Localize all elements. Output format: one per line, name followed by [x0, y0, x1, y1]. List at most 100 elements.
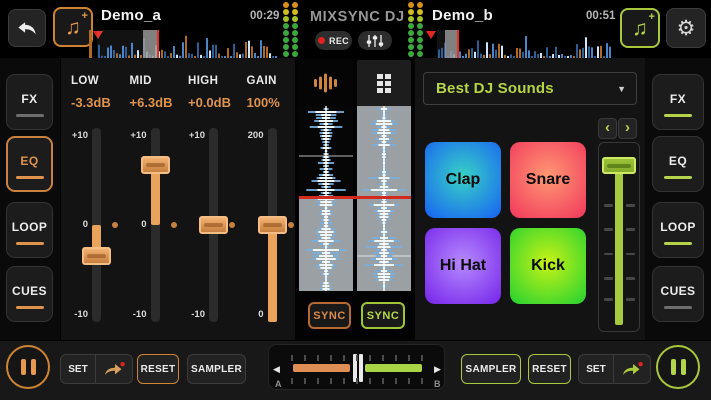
deck-b-eq-button[interactable]: EQ [652, 136, 704, 192]
deck-b-vu-meter [408, 2, 423, 57]
deck-b-time: 00:51 [586, 10, 615, 22]
crossfader-track-b [365, 364, 422, 372]
slider-handle[interactable] [258, 216, 287, 234]
pause-icon [671, 359, 686, 375]
sampler-volume-slider[interactable] [598, 142, 640, 332]
deck-b-set-group: SET [578, 354, 651, 384]
crossfader-b-label: B [434, 379, 441, 389]
deck-a-waveform-bars [97, 30, 278, 58]
curved-arrow-icon [103, 361, 125, 377]
deck-b-sync-button[interactable]: SYNC [361, 302, 405, 329]
pause-icon [21, 359, 36, 375]
deck-a-fx-button[interactable]: FX [6, 74, 53, 130]
app-title: MIXSYNC DJ [310, 9, 405, 25]
record-dot-icon [318, 37, 325, 44]
notification-dot [120, 362, 124, 366]
deck-a-set-button[interactable]: SET [61, 355, 95, 383]
sample-bank-dropdown[interactable]: Best DJ Sounds ▼ [423, 72, 637, 105]
main-area: FX EQ LOOP CUES LOW -3.3dB +10 [0, 58, 711, 340]
deck-a-title: Demo_a [101, 7, 161, 24]
deck-b-title: Demo_b [432, 7, 493, 24]
crossfader[interactable]: ◀ A ▶ B [268, 344, 445, 390]
gain-slider[interactable]: 200 0 [237, 128, 296, 322]
gear-icon: ⚙ [677, 18, 696, 39]
eq-panel: LOW -3.3dB +10 0 -10 MID +6.3dB +10 0 [60, 58, 295, 340]
playhead-line [299, 196, 411, 199]
slider-handle[interactable] [199, 216, 228, 234]
deck-b-mode-column: FX EQ LOOP CUES [645, 58, 711, 340]
deck-a-play-pause-button[interactable] [6, 345, 50, 389]
deck-b-loop-button[interactable]: LOOP [652, 202, 704, 258]
mixer-settings-button[interactable] [358, 31, 392, 50]
deck-b-library-button[interactable]: ♫+ [620, 8, 660, 48]
slider-handle[interactable] [82, 247, 111, 265]
deck-b-reset-button[interactable]: RESET [528, 354, 571, 384]
notification-dot [638, 362, 642, 366]
eq-channel-gain: GAIN 100% 200 0 [237, 58, 296, 340]
pad-hihat[interactable]: Hi Hat [425, 228, 501, 304]
deck-b-jump-button[interactable] [614, 355, 650, 383]
back-button[interactable] [8, 9, 46, 47]
deck-a-mode-column: FX EQ LOOP CUES [0, 58, 60, 340]
bank-prev-button[interactable]: ‹ [598, 118, 617, 139]
deck-a-sync-button[interactable]: SYNC [308, 302, 351, 329]
eq-value: -3.3dB [71, 95, 111, 110]
slider-handle[interactable] [602, 157, 636, 174]
mode-underline [16, 176, 44, 179]
transport-bar: SET RESET SAMPLER ◀ A ▶ B SAMPLER RESET … [0, 340, 711, 400]
eq-value: +0.0dB [188, 95, 231, 110]
deck-a-start-marker [89, 30, 92, 58]
deck-b-playhead [445, 30, 459, 58]
eq-value: +6.3dB [130, 95, 173, 110]
crossfader-track-a [293, 364, 350, 372]
back-arrow-icon [16, 17, 38, 39]
deck-b-waveform-bars [437, 30, 613, 58]
deck-a-vertical-waveform[interactable] [299, 106, 353, 291]
deck-a-eq-button[interactable]: EQ [6, 136, 53, 192]
deck-b-fx-button[interactable]: FX [652, 74, 704, 130]
deck-b-cue-marker-icon [426, 31, 436, 39]
sampler-panel: Best DJ Sounds ▼ ‹ › Clap Snare Hi Hat K… [415, 58, 645, 340]
deck-a-loop-button[interactable]: LOOP [6, 202, 53, 258]
pad-snare[interactable]: Snare [510, 142, 586, 218]
mode-underline [664, 242, 692, 245]
deck-b-waveform-strip[interactable] [437, 30, 613, 58]
mid-slider[interactable]: +10 0 -10 [120, 128, 179, 322]
waveform-view-button[interactable] [299, 60, 353, 106]
deck-b-set-button[interactable]: SET [579, 355, 613, 383]
deck-a-playhead [143, 30, 159, 58]
grid-icon [377, 74, 391, 93]
mode-underline [664, 176, 692, 179]
deck-a-jump-button[interactable] [96, 355, 132, 383]
mode-underline [16, 242, 44, 245]
grid-view-button[interactable] [357, 60, 411, 106]
deck-a-library-button[interactable]: ♫+ [53, 7, 93, 47]
eq-channel-low: LOW -3.3dB +10 0 -10 [61, 58, 120, 340]
record-button[interactable]: REC [315, 31, 352, 50]
deck-a-reset-button[interactable]: RESET [137, 354, 179, 384]
deck-a-sampler-button[interactable]: SAMPLER [187, 354, 246, 384]
low-slider[interactable]: +10 0 -10 [61, 128, 120, 322]
mode-underline [664, 306, 692, 309]
pad-clap[interactable]: Clap [425, 142, 501, 218]
crossfader-left-arrow-icon: ◀ [273, 364, 280, 375]
mode-underline [664, 114, 692, 117]
eq-channel-high: HIGH +0.0dB +10 0 -10 [178, 58, 237, 340]
deck-b-cues-button[interactable]: CUES [652, 266, 704, 322]
deck-a-vu-meter [283, 2, 298, 57]
waveform-panel: SYNC SYNC [295, 58, 415, 340]
deck-b-play-pause-button[interactable] [656, 345, 700, 389]
deck-b-vertical-waveform[interactable] [357, 106, 411, 291]
high-slider[interactable]: +10 0 -10 [178, 128, 237, 322]
pad-kick[interactable]: Kick [510, 228, 586, 304]
deck-a-cues-button[interactable]: CUES [6, 266, 53, 322]
mode-underline [16, 306, 44, 309]
settings-button[interactable]: ⚙ [666, 8, 706, 48]
bank-next-button[interactable]: › [618, 118, 637, 139]
deck-a-set-group: SET [60, 354, 133, 384]
deck-a-waveform-strip[interactable] [97, 30, 278, 58]
crossfader-right-arrow-icon: ▶ [434, 364, 441, 375]
deck-b-sampler-button[interactable]: SAMPLER [461, 354, 521, 384]
slider-handle[interactable] [141, 156, 170, 174]
eq-value: 100% [247, 95, 280, 110]
